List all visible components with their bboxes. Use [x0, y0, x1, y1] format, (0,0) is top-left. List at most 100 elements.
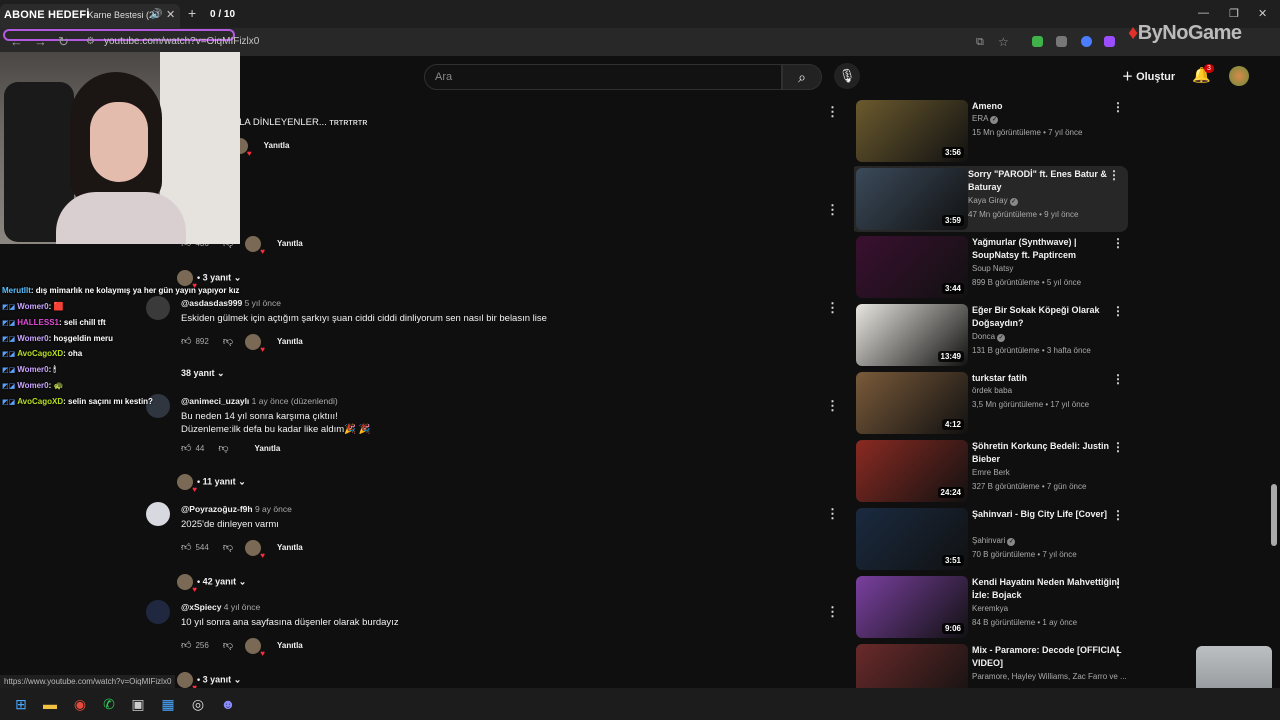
- reply-button[interactable]: Yanıtla: [277, 239, 303, 248]
- video-menu-icon[interactable]: ⋮: [1112, 236, 1124, 250]
- cast-icon[interactable]: ⧉: [976, 36, 984, 49]
- video-title[interactable]: Mix - Paramore: Decode [OFFICIAL VIDEO]: [972, 644, 1122, 670]
- reply-button[interactable]: Yanıtla: [277, 641, 303, 650]
- avatar[interactable]: [146, 600, 170, 624]
- url-field[interactable]: youtube.com/watch?v=OiqMIFizlx0: [104, 36, 259, 47]
- windows-start-icon[interactable]: ⊞: [11, 694, 31, 714]
- video-title[interactable]: Şöhretin Korkunç Bedeli: Justin Bieber: [972, 440, 1122, 466]
- recommendation-item[interactable]: 3:51 Şahinvari - Big City Life [Cover] Şah…: [854, 506, 1130, 572]
- channel-name[interactable]: ERA ✓: [972, 114, 999, 124]
- comment-menu-icon[interactable]: ⋮: [826, 604, 839, 620]
- video-menu-icon[interactable]: ⋮: [1112, 576, 1124, 590]
- dislike-icon[interactable]: 👎︎: [223, 639, 233, 651]
- recommendation-item[interactable]: 3:44 Yağmurlar (Synthwave) | SoupNatsy ft…: [854, 234, 1130, 300]
- file-explorer-icon[interactable]: ▬: [40, 694, 60, 714]
- comment-menu-icon[interactable]: ⋮: [826, 300, 839, 316]
- video-title[interactable]: Yağmurlar (Synthwave) | SoupNatsy ft. Pa…: [972, 236, 1122, 262]
- comment-time[interactable]: 4 yıl önce: [224, 602, 260, 612]
- extension-icon[interactable]: [1081, 36, 1092, 47]
- replies-toggle[interactable]: • 42 yanıt ⌄: [177, 574, 246, 594]
- dislike-icon[interactable]: 👎︎: [223, 541, 233, 553]
- video-title[interactable]: Eğer Bir Sokak Köpeği Olarak Doğsaydın?: [972, 304, 1122, 330]
- search-input[interactable]: Ara: [424, 64, 782, 90]
- channel-name[interactable]: Keremkya: [972, 604, 1008, 613]
- avatar[interactable]: [146, 502, 170, 526]
- video-menu-icon[interactable]: ⋮: [1112, 372, 1124, 386]
- reply-button[interactable]: Yanıtla: [264, 141, 290, 150]
- video-title[interactable]: Kendi Hayatını Neden Mahvettiğini İzle: …: [972, 576, 1122, 602]
- channel-name[interactable]: Paramore, Hayley Williams, Zac Farro ve …: [972, 672, 1127, 681]
- discord-icon[interactable]: ☻: [218, 694, 238, 714]
- search-icon[interactable]: ⌕: [782, 64, 822, 90]
- back-icon[interactable]: ←: [10, 34, 23, 49]
- video-menu-icon[interactable]: ⋮: [1112, 644, 1124, 658]
- video-thumbnail[interactable]: 13:49: [856, 304, 968, 366]
- comment-time[interactable]: 9 ay önce: [255, 504, 292, 514]
- video-thumbnail[interactable]: 3:59: [856, 168, 968, 230]
- extension-icon[interactable]: [1104, 36, 1115, 47]
- close-tab-icon[interactable]: ✕: [166, 8, 175, 21]
- replies-toggle[interactable]: • 3 yanıt ⌄: [177, 672, 241, 688]
- video-thumbnail[interactable]: 3:44: [856, 236, 968, 298]
- video-menu-icon[interactable]: ⋮: [1112, 100, 1124, 114]
- like-icon[interactable]: 👍︎: [181, 442, 191, 454]
- dislike-icon[interactable]: 👎︎: [218, 442, 228, 454]
- new-tab-button[interactable]: +: [188, 5, 196, 21]
- channel-name[interactable]: Kaya Giray ✓: [968, 196, 1018, 206]
- video-thumbnail[interactable]: 4:12: [856, 372, 968, 434]
- video-menu-icon[interactable]: ⋮: [1112, 508, 1124, 522]
- bookmark-star-icon[interactable]: ☆: [998, 35, 1009, 49]
- recommendation-item[interactable]: 13:49 Eğer Bir Sokak Köpeği Olarak Doğsay…: [854, 302, 1130, 368]
- avatar[interactable]: [1229, 66, 1249, 86]
- reply-button[interactable]: Yanıtla: [277, 337, 303, 346]
- recommendation-item[interactable]: 9:06 Kendi Hayatını Neden Mahvettiğini İz…: [854, 574, 1130, 640]
- app-icon[interactable]: ▣: [128, 694, 148, 714]
- like-icon[interactable]: 👍︎: [181, 541, 191, 553]
- forward-icon[interactable]: →: [34, 34, 47, 49]
- recommendation-item[interactable]: 3:56 Ameno ERA ✓ 15 Mn görüntüleme • 7 yıl ö…: [854, 98, 1130, 164]
- speaker-icon[interactable]: 🔊: [150, 9, 162, 20]
- replies-toggle[interactable]: • 11 yanıt ⌄: [177, 474, 246, 494]
- video-thumbnail[interactable]: 24:24: [856, 440, 968, 502]
- reload-icon[interactable]: ↻: [58, 34, 69, 50]
- replies-toggle[interactable]: • 3 yanıt ⌄: [177, 270, 241, 290]
- extension-icon[interactable]: [1032, 36, 1043, 47]
- video-thumbnail[interactable]: 3:51: [856, 508, 968, 570]
- channel-name[interactable]: Soup Natsy: [972, 264, 1013, 273]
- recommendation-item[interactable]: 3:59 Sorry "PARODİ" ft. Enes Batur & Batu…: [854, 166, 1128, 232]
- create-button[interactable]: ＋ Oluştur: [1122, 68, 1175, 84]
- extension-icon[interactable]: [1056, 36, 1067, 47]
- recommendation-item[interactable]: 4:12 turkstar fatih ördek baba 3,5 Mn görün…: [854, 370, 1130, 436]
- channel-name[interactable]: ördek baba: [972, 386, 1012, 395]
- comment-menu-icon[interactable]: ⋮: [826, 202, 839, 218]
- recommendation-item[interactable]: 24:24 Şöhretin Korkunç Bedeli: Justin Bie…: [854, 438, 1130, 504]
- recommendation-item[interactable]: Mix - Paramore: Decode [OFFICIAL VIDEO] P…: [854, 642, 1130, 688]
- site-info-icon[interactable]: ⚙: [86, 36, 95, 47]
- comment-menu-icon[interactable]: ⋮: [826, 104, 839, 120]
- maximize-icon[interactable]: ❐: [1229, 7, 1239, 20]
- video-title[interactable]: Sorry "PARODİ" ft. Enes Batur & Baturay: [968, 168, 1118, 194]
- reply-button[interactable]: Yanıtla: [277, 543, 303, 552]
- video-title[interactable]: Şahinvari - Big City Life [Cover]: [972, 508, 1122, 521]
- channel-name[interactable]: Donca ✓: [972, 332, 1006, 342]
- comment-time[interactable]: 1 ay önce (düzenlendi): [252, 396, 338, 406]
- obs-icon[interactable]: ◎: [188, 694, 208, 714]
- video-thumbnail[interactable]: 3:56: [856, 100, 968, 162]
- video-menu-icon[interactable]: ⋮: [1112, 304, 1124, 318]
- video-menu-icon[interactable]: ⋮: [1112, 440, 1124, 454]
- close-window-icon[interactable]: ✕: [1258, 7, 1267, 20]
- channel-name[interactable]: Emre Berk: [972, 468, 1010, 477]
- whatsapp-icon[interactable]: ✆: [99, 694, 119, 714]
- app-icon[interactable]: ▦: [158, 694, 178, 714]
- scrollbar[interactable]: [1271, 484, 1277, 546]
- minimize-icon[interactable]: —: [1198, 7, 1209, 19]
- comment-author[interactable]: @Poyrazoğuz-f9h: [181, 504, 253, 514]
- video-title[interactable]: turkstar fatih: [972, 372, 1122, 385]
- like-icon[interactable]: 👍︎: [181, 639, 191, 651]
- reply-button[interactable]: Yanıtla: [255, 444, 281, 453]
- comment-menu-icon[interactable]: ⋮: [826, 398, 839, 414]
- channel-name[interactable]: Şahinvari ✓: [972, 536, 1016, 546]
- video-menu-icon[interactable]: ⋮: [1108, 168, 1120, 182]
- chrome-icon[interactable]: ◉: [70, 694, 90, 714]
- video-thumbnail[interactable]: [856, 644, 968, 688]
